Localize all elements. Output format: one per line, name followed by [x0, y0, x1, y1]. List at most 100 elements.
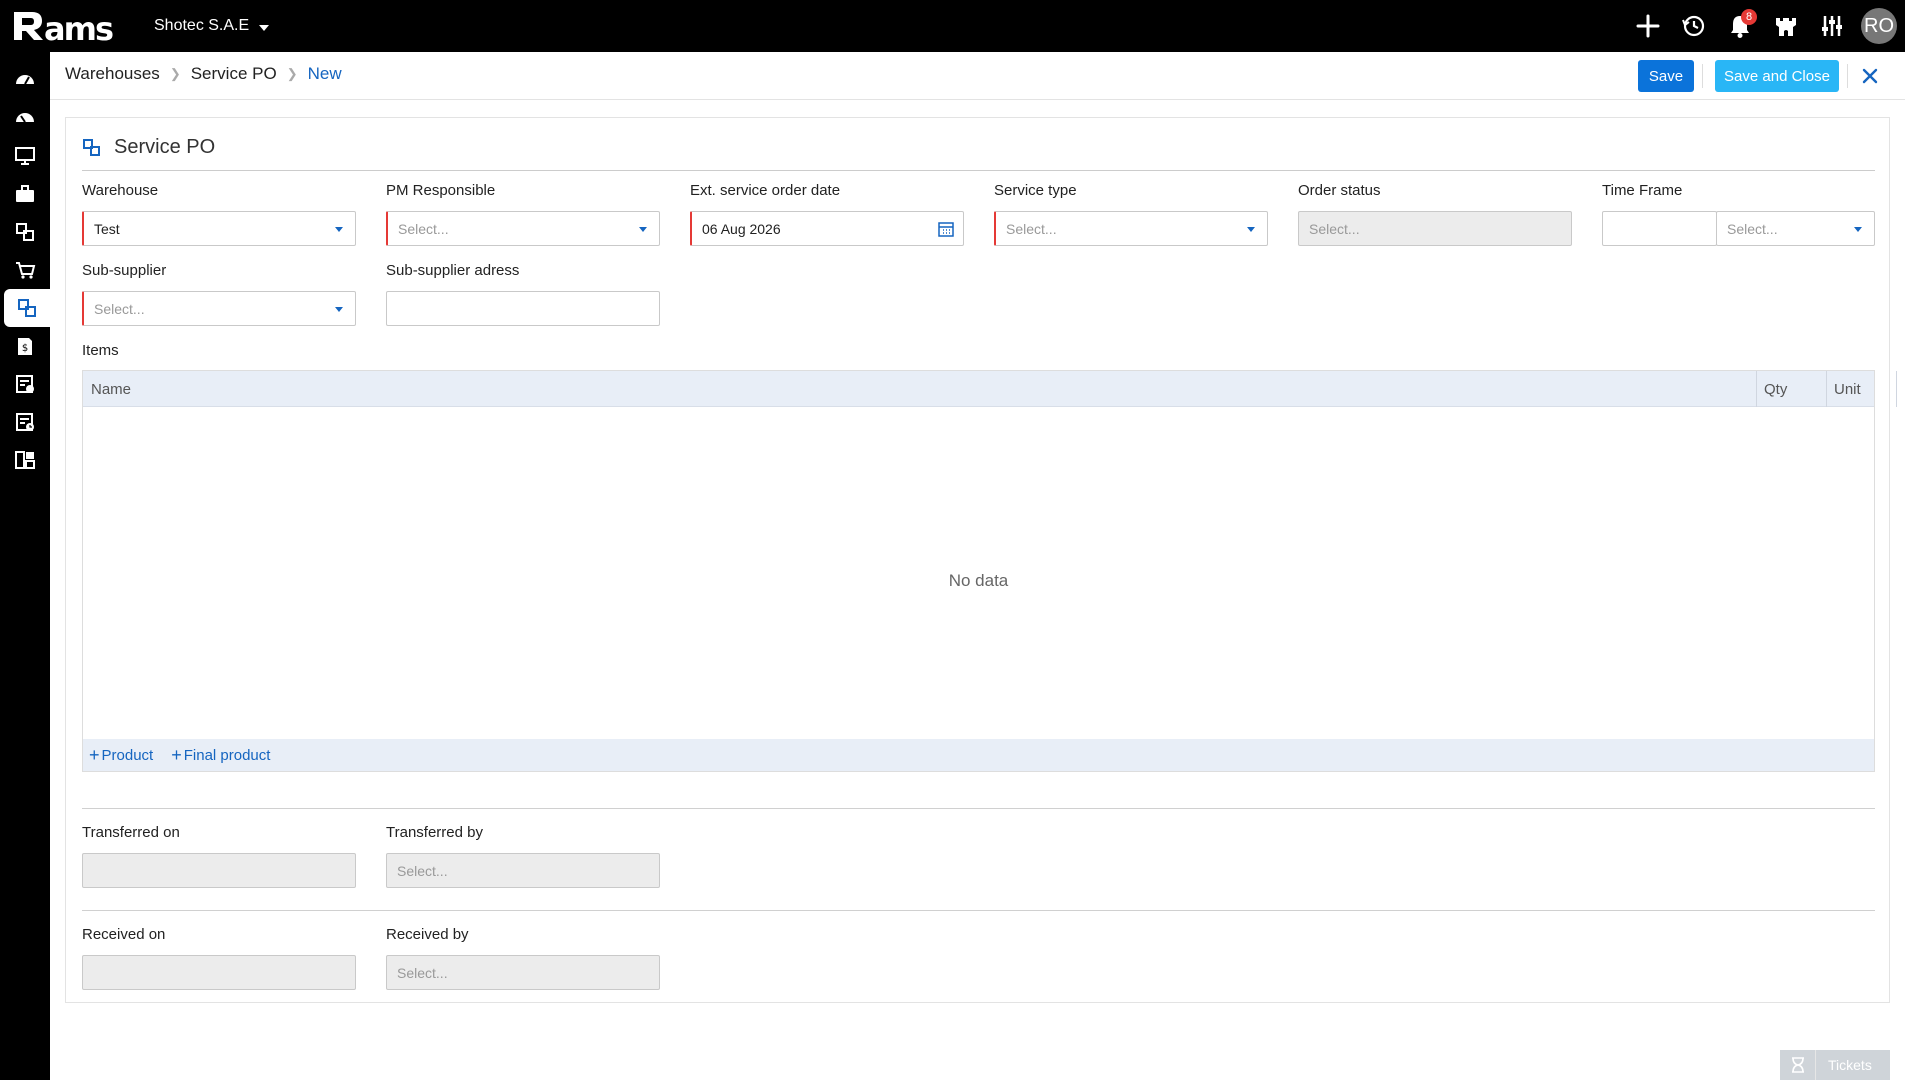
- page-title: Service PO: [114, 136, 216, 158]
- column-header-name[interactable]: Name: [83, 371, 131, 407]
- ext-date-field[interactable]: 06 Aug 2026: [690, 211, 964, 246]
- empty-state-text: No data: [948, 571, 1009, 590]
- add-product-label: Product: [101, 746, 154, 764]
- time-frame-input[interactable]: [1602, 211, 1717, 246]
- plus-icon: +: [171, 744, 182, 765]
- hourglass-icon: [1780, 1050, 1816, 1080]
- company-name: Shotec S.A.E: [154, 17, 250, 34]
- add-final-product-label: Final product: [183, 746, 271, 764]
- history-icon: [1682, 15, 1705, 37]
- sidebar-item-monitor[interactable]: [0, 137, 50, 175]
- briefcase-icon: [16, 185, 34, 202]
- chevron-right-icon: ❯: [286, 66, 298, 81]
- transferred-by-label: Transferred by: [386, 824, 483, 841]
- sidebar-item-gauge[interactable]: [0, 99, 50, 137]
- top-bar: ams Shotec S.A.E 8 RO: [0, 0, 1905, 52]
- column-header-qty[interactable]: Qty: [1756, 371, 1787, 407]
- sub-supplier-address-input[interactable]: [386, 291, 660, 326]
- order-status-select: Select...: [1298, 211, 1572, 246]
- chevron-down-icon: [335, 227, 343, 232]
- time-frame-unit-select[interactable]: Select...: [1716, 211, 1875, 246]
- sidebar-item-invoice[interactable]: $: [0, 327, 50, 365]
- sub-supplier-address-label: Sub-supplier adress: [386, 262, 520, 279]
- chevron-down-icon: [1854, 227, 1862, 232]
- add-product-link[interactable]: + Product: [89, 745, 153, 766]
- sub-supplier-select[interactable]: Select...: [82, 291, 356, 326]
- svg-text:$: $: [22, 343, 28, 354]
- layout-icon: [15, 451, 35, 469]
- section-divider: [82, 910, 1875, 911]
- chevron-down-icon: [259, 25, 270, 31]
- order-status-placeholder: Select...: [1309, 220, 1360, 237]
- tickets-button[interactable]: Tickets: [1780, 1050, 1890, 1080]
- title-divider: [82, 170, 1875, 171]
- close-icon[interactable]: [1856, 62, 1884, 90]
- sidebar-item-checklist[interactable]: [0, 365, 50, 403]
- cart-icon: [16, 262, 36, 279]
- breadcrumb-new: New: [307, 64, 342, 83]
- sidebar-item-briefcase[interactable]: [0, 175, 50, 213]
- sidebar-item-cart[interactable]: [0, 251, 50, 289]
- service-type-placeholder: Select...: [1006, 220, 1057, 237]
- ext-date-value: 06 Aug 2026: [702, 220, 781, 237]
- received-by-select: Select...: [386, 955, 660, 990]
- header-bar: Warehouses ❯ Service PO ❯ New Save Save …: [50, 52, 1905, 100]
- order-status-label: Order status: [1298, 182, 1381, 199]
- toolbar-divider: [1702, 64, 1703, 88]
- breadcrumb-service-po[interactable]: Service PO: [191, 64, 277, 84]
- ext-date-label: Ext. service order date: [690, 182, 841, 199]
- history-button[interactable]: [1671, 0, 1717, 52]
- invoice-icon: $: [18, 338, 32, 355]
- chevron-right-icon: ❯: [169, 66, 181, 81]
- table-footer: + Product + Final product: [83, 739, 1874, 771]
- sidebar-item-report[interactable]: [0, 403, 50, 441]
- service-type-select[interactable]: Select...: [994, 211, 1268, 246]
- sidebar-item-service-po-list[interactable]: [0, 213, 50, 251]
- checklist-icon: [16, 375, 34, 393]
- add-final-product-link[interactable]: + Final product: [171, 745, 270, 766]
- avatar[interactable]: RO: [1861, 8, 1897, 44]
- service-po-form: Service PO Warehouse Test PM Responsible…: [65, 117, 1897, 1003]
- warehouse-select[interactable]: Test: [82, 211, 356, 246]
- company-selector[interactable]: Shotec S.A.E: [154, 17, 270, 35]
- save-and-close-button[interactable]: Save and Close: [1715, 60, 1839, 92]
- service-type-label: Service type: [994, 182, 1077, 199]
- sliders-icon: [1822, 16, 1842, 36]
- castle-icon: [1776, 18, 1796, 36]
- received-on-label: Received on: [82, 926, 166, 943]
- pm-responsible-select[interactable]: Select...: [386, 211, 660, 246]
- section-divider: [82, 808, 1875, 809]
- plus-icon: +: [89, 744, 100, 765]
- report-icon: [16, 413, 34, 431]
- warehouse-value: Test: [94, 220, 120, 237]
- sidebar-item-dashboard[interactable]: [0, 61, 50, 99]
- notifications-button[interactable]: 8: [1717, 0, 1763, 52]
- breadcrumb-warehouses[interactable]: Warehouses: [65, 64, 160, 84]
- sidebar-item-layout[interactable]: [0, 441, 50, 479]
- form-title: Service PO: [82, 136, 215, 159]
- service-po-icon: [83, 138, 100, 156]
- add-button[interactable]: [1625, 0, 1671, 52]
- castle-button[interactable]: [1763, 0, 1809, 52]
- svg-text:ams: ams: [44, 10, 113, 46]
- settings-button[interactable]: [1809, 0, 1855, 52]
- warehouse-label: Warehouse: [82, 182, 159, 199]
- breadcrumb: Warehouses ❯ Service PO ❯ New: [65, 64, 342, 84]
- time-frame-unit-placeholder: Select...: [1727, 220, 1778, 237]
- calendar-icon[interactable]: [937, 220, 955, 238]
- items-label: Items: [82, 342, 119, 359]
- monitor-icon: [15, 147, 35, 165]
- toolbar-divider: [1847, 64, 1848, 88]
- time-frame-label: Time Frame: [1602, 182, 1683, 199]
- column-header-unit[interactable]: Unit: [1826, 371, 1861, 407]
- items-table: Name Qty Unit No data + Product + Final …: [82, 370, 1897, 772]
- pm-responsible-label: PM Responsible: [386, 182, 496, 199]
- save-button[interactable]: Save: [1638, 60, 1694, 92]
- plus-icon: [1636, 14, 1660, 38]
- transferred-on-field: [82, 853, 356, 888]
- transferred-by-placeholder: Select...: [397, 862, 448, 879]
- app-logo[interactable]: ams: [10, 4, 140, 48]
- transferred-on-label: Transferred on: [82, 824, 180, 841]
- sidebar-item-service-po[interactable]: [4, 289, 50, 327]
- service-po-icon: [18, 299, 36, 317]
